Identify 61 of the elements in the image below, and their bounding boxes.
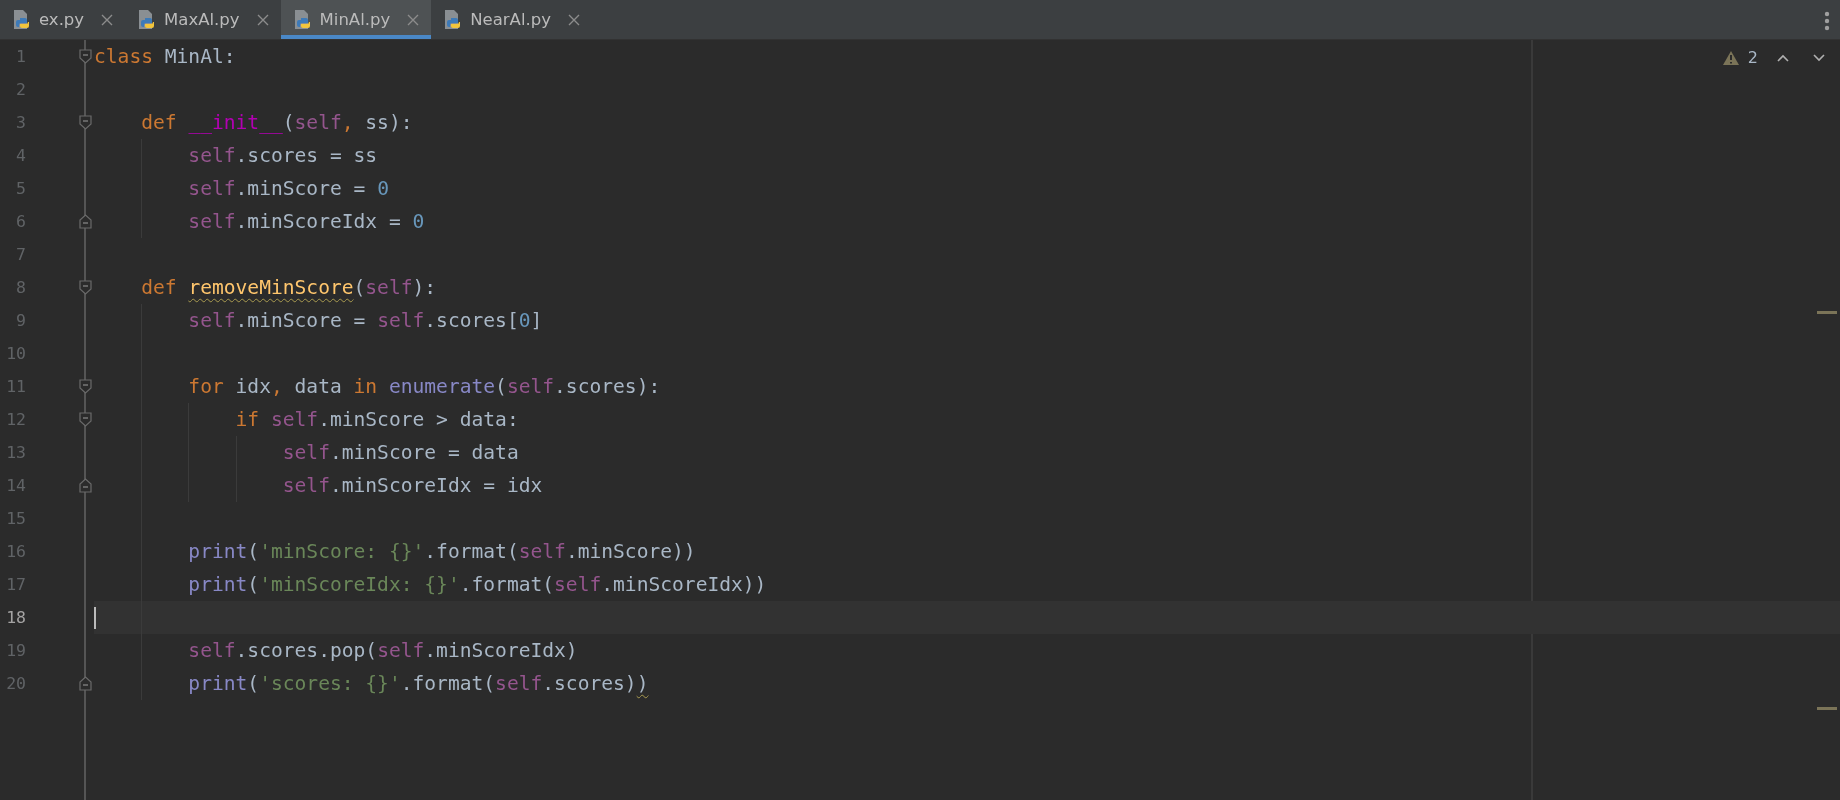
line-number: 4 <box>15 146 26 165</box>
line-number: 17 <box>5 575 26 594</box>
fold-end-icon[interactable] <box>78 478 92 493</box>
close-icon[interactable] <box>567 13 580 26</box>
code-line: print('scores: {}'.format(self.scores)) <box>187 672 649 695</box>
python-file-icon <box>292 8 313 31</box>
code-line: print('minScoreIdx: {}'.format(self.minScoreIdx)) <box>187 573 767 596</box>
code-line: self.minScoreIdx = 0 <box>187 210 425 233</box>
code-line: class MinAl: <box>94 45 236 68</box>
line-number: 11 <box>5 377 26 396</box>
warning-count: 2 <box>1747 48 1758 67</box>
warning-marker[interactable] <box>1817 707 1837 710</box>
warning-marker[interactable] <box>1817 311 1837 314</box>
line-number: 7 <box>15 245 26 264</box>
editor-tab[interactable]: MinAl.py <box>280 0 432 39</box>
fold-end-icon[interactable] <box>78 676 92 691</box>
line-number: 6 <box>15 212 26 231</box>
line-number: 9 <box>15 311 26 330</box>
chevron-up-icon[interactable] <box>1776 52 1790 63</box>
close-icon[interactable] <box>407 13 420 26</box>
text-cursor <box>94 607 96 629</box>
line-number: 5 <box>15 179 26 198</box>
fold-end-icon[interactable] <box>78 214 92 229</box>
code-line: self.minScore = self.scores[0] <box>187 309 543 332</box>
python-file-icon <box>12 8 32 31</box>
chevron-down-icon[interactable] <box>1812 52 1826 63</box>
editor-tab[interactable]: ex.py <box>0 0 126 39</box>
editor-tab[interactable]: MaxAl.py <box>125 0 281 39</box>
editor-tab[interactable]: NearAl.py <box>431 0 592 39</box>
line-number: 10 <box>5 344 26 363</box>
fold-icon[interactable] <box>78 49 92 64</box>
line-number: 20 <box>5 674 26 693</box>
code-line: self.minScore = data <box>281 441 519 464</box>
code-line: self.minScore = 0 <box>187 177 389 200</box>
code-line: for idx, data in enumerate(self.scores): <box>187 375 661 398</box>
code-line: self.scores.pop(self.minScoreIdx) <box>187 639 578 662</box>
code-line: self.minScoreIdx = idx <box>281 474 543 497</box>
line-number: 2 <box>15 80 26 99</box>
fold-icon[interactable] <box>78 280 92 295</box>
more-icon[interactable] <box>1824 11 1830 31</box>
code-line: def __init__(self, ss): <box>140 111 413 134</box>
close-icon[interactable] <box>256 13 269 26</box>
fold-icon[interactable] <box>78 115 92 130</box>
line-number: 19 <box>5 641 26 660</box>
code-line: print('minScore: {}'.format(self.minScore)) <box>187 540 696 563</box>
line-number: 12 <box>5 410 26 429</box>
line-number: 3 <box>15 113 26 132</box>
code-line: if self.minScore > data: <box>234 408 519 431</box>
line-number: 14 <box>5 476 26 495</box>
line-number: 13 <box>5 443 26 462</box>
line-number: 1 <box>15 47 26 66</box>
line-number: 18 <box>5 608 26 627</box>
line-number: 16 <box>5 542 26 561</box>
fold-icon[interactable] <box>78 412 92 427</box>
close-icon[interactable] <box>101 13 114 26</box>
code-line: def removeMinScore(self): <box>140 276 437 299</box>
warning-icon[interactable] <box>1721 49 1740 66</box>
line-number: 15 <box>5 509 26 528</box>
line-number: 8 <box>15 278 26 297</box>
code-line: self.scores = ss <box>187 144 378 167</box>
fold-icon[interactable] <box>78 379 92 394</box>
